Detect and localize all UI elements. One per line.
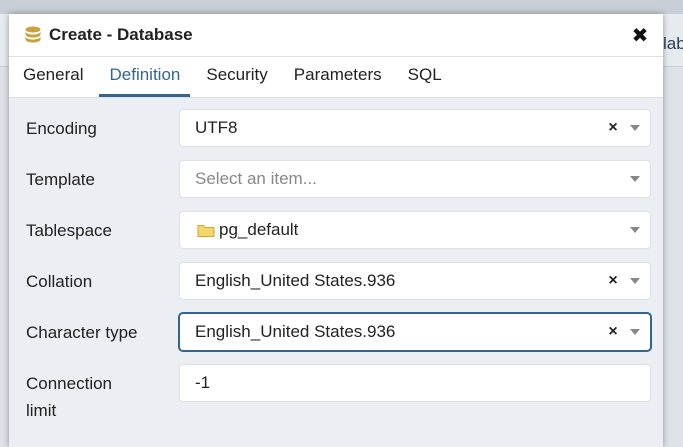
clear-icon[interactable]: ×	[604, 119, 622, 137]
tab-general[interactable]: General	[13, 65, 93, 97]
database-icon	[23, 25, 43, 45]
tablespace-value: pg_default	[219, 220, 299, 239]
collation-select[interactable]: English_United States.936 ×	[179, 262, 651, 300]
encoding-select[interactable]: UTF8 ×	[179, 109, 651, 147]
dialog-title: Create - Database	[49, 25, 193, 44]
chevron-down-icon[interactable]	[630, 176, 640, 182]
character-type-value: English_United States.936	[195, 322, 396, 341]
create-database-dialog: Create - Database ✖ General Definition S…	[9, 14, 663, 447]
template-placeholder: Select an item...	[195, 169, 317, 188]
collation-label: Collation	[26, 272, 93, 291]
tablespace-label: Tablespace	[26, 221, 113, 240]
chevron-down-icon[interactable]	[630, 278, 640, 284]
chevron-down-icon[interactable]	[630, 227, 640, 233]
encoding-value: UTF8	[195, 118, 238, 137]
background-text-peek: lab	[663, 34, 683, 53]
form-body: Encoding UTF8 × Template Select an item.…	[9, 98, 663, 447]
close-icon[interactable]: ✖	[629, 24, 651, 47]
clear-icon[interactable]: ×	[604, 323, 622, 341]
connection-limit-input[interactable]	[179, 364, 651, 402]
connection-limit-label-line1: Connection	[26, 374, 113, 393]
tab-parameters[interactable]: Parameters	[284, 65, 392, 97]
tablespace-select[interactable]: pg_default	[179, 211, 651, 249]
connection-limit-label: Connection limit	[26, 370, 166, 424]
chevron-down-icon[interactable]	[630, 125, 640, 131]
character-type-label: Character type	[26, 323, 138, 342]
template-select[interactable]: Select an item...	[179, 160, 651, 198]
encoding-label: Encoding	[26, 119, 97, 138]
tab-sql[interactable]: SQL	[398, 65, 452, 97]
connection-limit-label-line2: limit	[26, 401, 57, 420]
folder-icon	[197, 223, 215, 238]
collation-value: English_United States.936	[195, 271, 396, 290]
tab-definition[interactable]: Definition	[99, 65, 191, 97]
dialog-titlebar[interactable]: Create - Database ✖	[9, 14, 663, 57]
tab-bar: General Definition Security Parameters S…	[9, 57, 663, 98]
clear-icon[interactable]: ×	[604, 272, 622, 290]
character-type-select[interactable]: English_United States.936 ×	[179, 313, 651, 351]
tab-security[interactable]: Security	[196, 65, 277, 97]
chevron-down-icon[interactable]	[630, 329, 640, 335]
template-label: Template	[26, 170, 95, 189]
app-header-bar	[0, 0, 683, 14]
